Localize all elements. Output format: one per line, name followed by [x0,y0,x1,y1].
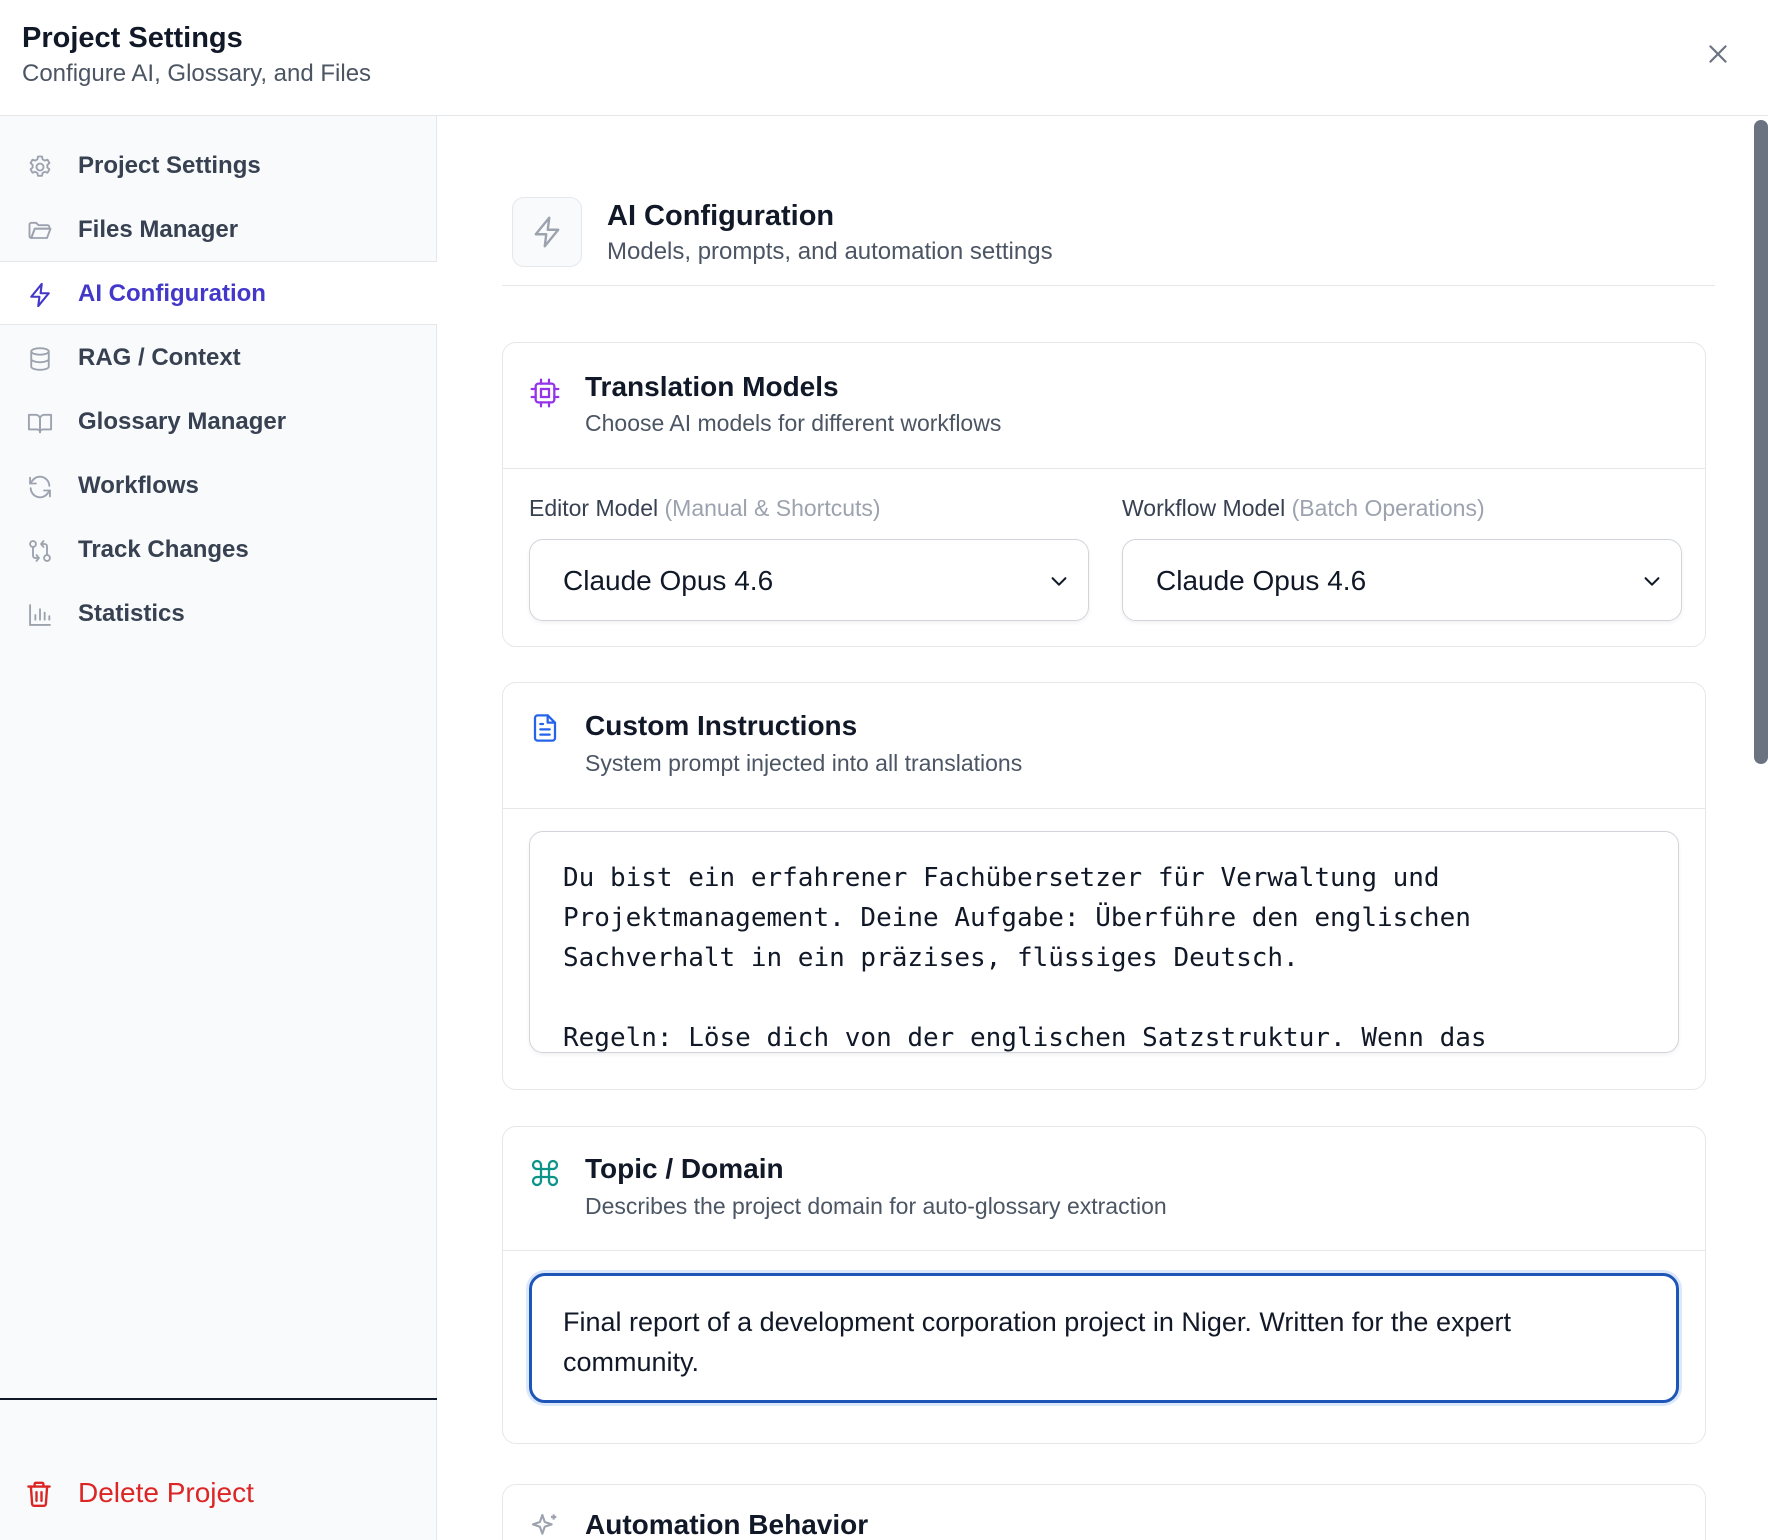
custom-instructions-textarea[interactable]: Du bist ein erfahrener Fachübersetzer fü… [529,831,1679,1053]
topic-domain-card: Topic / Domain Describes the project dom… [502,1126,1706,1444]
database-icon [26,345,54,373]
lightning-icon [534,216,560,248]
topic-domain-text: Final report of a development corporatio… [563,1307,1511,1377]
translation-models-card: Translation Models Choose AI models for … [502,342,1706,647]
delete-project-label: Delete Project [78,1477,254,1508]
document-icon [529,712,561,744]
card-header: Custom Instructions System prompt inject… [503,683,1705,809]
card-subtitle: Choose AI models for different workflows [585,410,1002,436]
editor-model-hint: (Manual & Shortcuts) [664,495,881,521]
section-divider [502,285,1715,286]
sidebar-item-label: Workflows [78,472,199,499]
card-subtitle: System prompt injected into all translat… [585,750,1023,776]
automation-behavior-card: Automation Behavior [502,1484,1706,1540]
topic-domain-input[interactable]: Final report of a development corporatio… [529,1273,1679,1403]
sparkles-icon [529,1511,561,1540]
section-subtitle: Models, prompts, and automation settings [607,238,1053,265]
editor-model-label: Editor Model (Manual & Shortcuts) [529,495,881,522]
sidebar-item-files-manager[interactable]: Files Manager [0,198,437,262]
card-subtitle: Describes the project domain for auto-gl… [585,1193,1167,1219]
sidebar-item-workflows[interactable]: Workflows [0,454,437,518]
dialog-subtitle: Configure AI, Glossary, and Files [22,60,372,87]
sidebar-nav: Project Settings Files Manager AI Config… [0,116,437,1540]
sidebar-item-label: Glossary Manager [78,408,287,435]
chevron-down-icon [1048,570,1070,592]
editor-model-value: Claude Opus 4.6 [563,565,774,596]
workflow-model-label-text: Workflow Model [1122,495,1286,521]
card-title: Custom Instructions [585,710,858,741]
bar-chart-icon [26,601,54,629]
custom-instructions-card: Custom Instructions System prompt inject… [502,682,1706,1090]
close-button[interactable] [1700,36,1736,72]
sidebar-item-statistics[interactable]: Statistics [0,582,437,646]
sidebar-item-label: Project Settings [78,152,261,179]
gear-icon [26,153,54,181]
sidebar-divider [0,1398,437,1400]
sidebar-item-rag-context[interactable]: RAG / Context [0,326,437,390]
refresh-icon [26,473,54,501]
workflow-model-value: Claude Opus 4.6 [1156,565,1367,596]
card-title: Automation Behavior [585,1509,869,1540]
folder-icon [26,217,54,245]
card-header: Translation Models Choose AI models for … [503,343,1705,469]
scrollbar-thumb[interactable] [1754,120,1768,764]
sidebar-item-label: Statistics [78,600,185,627]
chevron-down-icon [1641,570,1663,592]
section-icon-box [512,197,582,267]
book-icon [26,409,54,437]
section-title: AI Configuration [607,200,835,232]
dialog-title: Project Settings [22,22,243,54]
sidebar-item-label: Track Changes [78,536,249,563]
sidebar-item-ai-configuration[interactable]: AI Configuration [0,261,437,325]
card-header: Topic / Domain Describes the project dom… [503,1127,1705,1251]
command-icon [529,1157,561,1189]
delete-project-button[interactable]: Delete Project [0,1456,437,1526]
sidebar-item-label: Files Manager [78,216,239,243]
close-icon [1709,45,1727,63]
cpu-icon [529,377,561,409]
sidebar-item-glossary-manager[interactable]: Glossary Manager [0,390,437,454]
editor-model-select[interactable]: Claude Opus 4.6 [529,539,1089,621]
card-title: Topic / Domain [585,1153,784,1184]
project-settings-dialog: Project Settings Configure AI, Glossary,… [0,0,1768,1540]
card-title: Translation Models [585,371,839,402]
git-compare-icon [26,537,54,565]
workflow-model-hint: (Batch Operations) [1291,495,1485,521]
sidebar-item-label: RAG / Context [78,344,241,371]
lightning-icon [26,281,54,309]
dialog-header: Project Settings Configure AI, Glossary,… [0,0,1768,116]
workflow-model-label: Workflow Model (Batch Operations) [1122,495,1485,522]
workflow-model-select[interactable]: Claude Opus 4.6 [1122,539,1682,621]
sidebar-item-track-changes[interactable]: Track Changes [0,518,437,582]
sidebar-item-project-settings[interactable]: Project Settings [0,134,437,198]
custom-instructions-text: Du bist ein erfahrener Fachübersetzer fü… [563,863,1487,1053]
sidebar-item-label: AI Configuration [78,280,266,307]
editor-model-label-text: Editor Model [529,495,659,521]
trash-icon [24,1478,54,1510]
